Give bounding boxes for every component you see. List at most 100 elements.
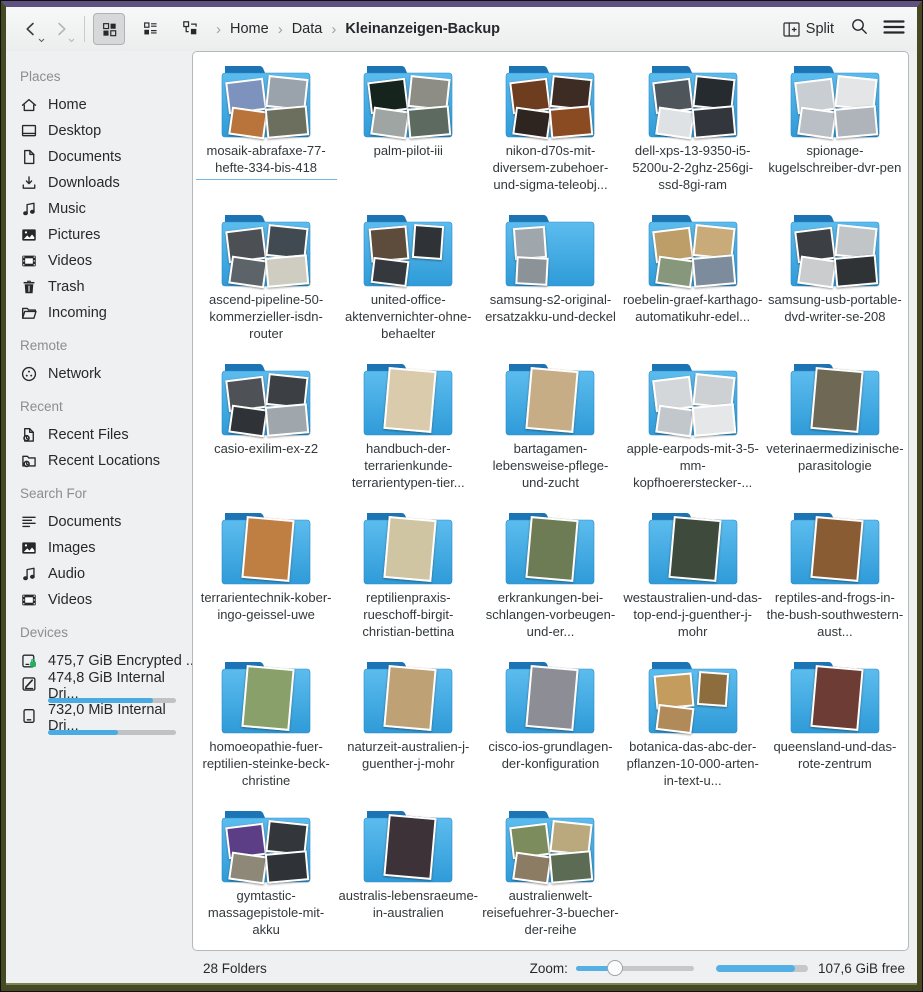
breadcrumb-separator-icon: › bbox=[215, 21, 222, 38]
folder-item-homoeopathie-fuer-reptilien-steinke-beck[interactable]: homoeopathie-fuer-reptilien-steinke-beck… bbox=[195, 660, 337, 809]
breadcrumb-item-data[interactable]: Data bbox=[288, 19, 327, 39]
folder-icon-area bbox=[219, 213, 313, 289]
folder-label: apple-earpods-mit-3-5-mm-kopfhoerersteck… bbox=[622, 440, 763, 491]
folder-item-botanica-das-abc-der-pflanzen-10-000-art[interactable]: botanica-das-abc-der-pflanzen-10-000-art… bbox=[622, 660, 764, 809]
sidebar-item-recent-locations[interactable]: Recent Locations bbox=[18, 448, 192, 474]
breadcrumb-item-kleinanzeigen-backup[interactable]: Kleinanzeigen-Backup bbox=[341, 19, 504, 39]
folder-item-apple-earpods-mit-3-5-mm-kopfhoerersteck[interactable]: apple-earpods-mit-3-5-mm-kopfhoerersteck… bbox=[622, 362, 764, 511]
folder-item-erkrankungen-bei-schlangen-vorbeugen-und[interactable]: erkrankungen-bei-schlangen-vorbeugen-und… bbox=[479, 511, 621, 660]
sidebar-section-search-for: Search For bbox=[20, 486, 192, 501]
folder-item-reptilienpraxis-rueschoff-birgit-christi[interactable]: reptilienpraxis-rueschoff-birgit-christi… bbox=[337, 511, 479, 660]
folder-item-cisco-ios-grundlagen-der-konfiguration[interactable]: cisco-ios-grundlagen-der-konfiguration bbox=[479, 660, 621, 809]
sidebar-item-label: Recent Files bbox=[48, 427, 129, 443]
folder-thumbnail bbox=[697, 671, 729, 707]
folder-item-dell-xps-13-9350-i5-5200u-2-2ghz-256gi-s[interactable]: dell-xps-13-9350-i5-5200u-2-2ghz-256gi-s… bbox=[622, 64, 764, 213]
sidebar-item-documents[interactable]: Documents bbox=[18, 509, 192, 535]
folder-item-naturzeit-australien-j-guenther-j-mohr[interactable]: naturzeit-australien-j-guenther-j-mohr bbox=[337, 660, 479, 809]
folder-grid: mosaik-abrafaxe-77-hefte-334-bis-418 pal… bbox=[193, 52, 908, 951]
window-content: PlacesHomeDesktopDocumentsDownloadsMusic… bbox=[6, 51, 917, 951]
folder-item-united-office-aktenvernichter-ohne-behae[interactable]: united-office-aktenvernichter-ohne-behae… bbox=[337, 213, 479, 362]
sidebar-item-audio[interactable]: Audio bbox=[18, 561, 192, 587]
folder-item-mosaik-abrafaxe-77-hefte-334-bis-418[interactable]: mosaik-abrafaxe-77-hefte-334-bis-418 bbox=[195, 64, 337, 213]
sidebar-item-recent-files[interactable]: Recent Files bbox=[18, 422, 192, 448]
folder-label: casio-exilim-ex-z2 bbox=[196, 440, 337, 457]
sidebar-item-incoming[interactable]: Incoming bbox=[18, 300, 192, 326]
folder-item-veterinaermedizinische-parasitologie[interactable]: veterinaermedizinische-parasitologie bbox=[764, 362, 906, 511]
split-button[interactable]: Split bbox=[777, 18, 840, 40]
folder-item-westaustralien-und-das-top-end-j-guenthe[interactable]: westaustralien-und-das-top-end-j-guenthe… bbox=[622, 511, 764, 660]
sidebar-item-documents[interactable]: Documents bbox=[18, 144, 192, 170]
folder-item-gymtastic-massagepistole-mit-akku[interactable]: gymtastic-massagepistole-mit-akku bbox=[195, 809, 337, 951]
folder-item-bartagamen-lebensweise-pflege-und-zucht[interactable]: bartagamen-lebensweise-pflege-und-zucht bbox=[479, 362, 621, 511]
sidebar-item-network[interactable]: Network bbox=[18, 361, 192, 387]
music-icon bbox=[20, 200, 38, 218]
main-toolbar: ›Home›Data›Kleinanzeigen-Backup Split bbox=[6, 7, 917, 51]
folder-item-samsung-usb-portable-dvd-writer-se-208[interactable]: samsung-usb-portable-dvd-writer-se-208 bbox=[764, 213, 906, 362]
folder-item-terrarientechnik-kober-ingo-geissel-uwe[interactable]: terrarientechnik-kober-ingo-geissel-uwe bbox=[195, 511, 337, 660]
sidebar-item-label: Videos bbox=[48, 253, 92, 269]
folder-thumbnail bbox=[526, 665, 579, 731]
document-icon bbox=[20, 148, 38, 166]
folder-view[interactable]: mosaik-abrafaxe-77-hefte-334-bis-418 pal… bbox=[192, 51, 909, 951]
sidebar-item-images[interactable]: Images bbox=[18, 535, 192, 561]
folder-item-nikon-d70s-mit-diversem-zubehoer-und-sig[interactable]: nikon-d70s-mit-diversem-zubehoer-und-sig… bbox=[479, 64, 621, 213]
split-view-icon bbox=[783, 22, 800, 37]
details-view-button[interactable] bbox=[135, 13, 165, 43]
sidebar-item-label: Videos bbox=[48, 592, 92, 608]
folder-icon-area bbox=[219, 809, 313, 885]
folder-item-queensland-und-das-rote-zentrum[interactable]: queensland-und-das-rote-zentrum bbox=[764, 660, 906, 809]
folder-thumbnail bbox=[228, 852, 268, 885]
folder-label: roebelin-graef-karthago-automatikuhr-ede… bbox=[622, 291, 763, 325]
sidebar-item-videos[interactable]: Videos bbox=[18, 248, 192, 274]
sidebar-item-trash[interactable]: Trash bbox=[18, 274, 192, 300]
sidebar-section-places: Places bbox=[20, 69, 192, 84]
icons-view-button[interactable] bbox=[93, 13, 125, 45]
folder-thumbnail bbox=[371, 107, 411, 140]
sidebar-item-pictures[interactable]: Pictures bbox=[18, 222, 192, 248]
tree-view-icon bbox=[181, 19, 199, 37]
pictures-icon bbox=[20, 226, 38, 244]
breadcrumb-item-home[interactable]: Home bbox=[226, 19, 273, 39]
sidebar-item-music[interactable]: Music bbox=[18, 196, 192, 222]
lines-icon bbox=[20, 513, 38, 531]
toolbar-separator bbox=[84, 16, 85, 42]
folder-thumbnail bbox=[412, 224, 444, 260]
sidebar-item-home[interactable]: Home bbox=[18, 92, 192, 118]
folder-thumbnail bbox=[668, 516, 721, 582]
folder-item-samsung-s2-original-ersatzakku-und-decke[interactable]: samsung-s2-original-ersatzakku-und-decke… bbox=[479, 213, 621, 362]
sidebar-item-videos[interactable]: Videos bbox=[18, 587, 192, 613]
folder-item-australis-lebensraeume-in-australien[interactable]: australis-lebensraeume-in-australien bbox=[337, 809, 479, 951]
folder-item-roebelin-graef-karthago-automatikuhr-ede[interactable]: roebelin-graef-karthago-automatikuhr-ede… bbox=[622, 213, 764, 362]
sidebar-item-downloads[interactable]: Downloads bbox=[18, 170, 192, 196]
folder-item-australienwelt-reisefuehrer-3-buecher-de[interactable]: australienwelt-reisefuehrer-3-buecher-de… bbox=[479, 809, 621, 951]
folder-thumbnail bbox=[516, 256, 549, 286]
folder-item-palm-pilot-iii[interactable]: palm-pilot-iii bbox=[337, 64, 479, 213]
folder-item-reptiles-and-frogs-in-the-bush-southwest[interactable]: reptiles-and-frogs-in-the-bush-southwest… bbox=[764, 511, 906, 660]
sidebar-item-desktop[interactable]: Desktop bbox=[18, 118, 192, 144]
folder-thumbnail bbox=[228, 256, 268, 289]
back-arrow-icon bbox=[21, 19, 41, 39]
sidebar-item-732-0-mib-internal-dri[interactable]: 732,0 MiB Internal Dri... bbox=[18, 706, 192, 738]
tree-view-button[interactable] bbox=[175, 13, 205, 43]
folder-icon-area bbox=[503, 511, 597, 587]
sidebar-section-remote: Remote bbox=[20, 338, 192, 353]
folder-thumbnail bbox=[513, 852, 553, 885]
folder-item-handbuch-der-terrarienkunde-terrarientyp[interactable]: handbuch-der-terrarienkunde-terrarientyp… bbox=[337, 362, 479, 511]
folder-item-casio-exilim-ex-z2[interactable]: casio-exilim-ex-z2 bbox=[195, 362, 337, 511]
folder-label: mosaik-abrafaxe-77-hefte-334-bis-418 bbox=[196, 142, 337, 180]
folder-item-spionage-kugelschreiber-dvr-pen[interactable]: spionage-kugelschreiber-dvr-pen bbox=[764, 64, 906, 213]
back-button[interactable] bbox=[16, 14, 46, 44]
free-space-bar bbox=[716, 965, 808, 972]
folder-item-ascend-pipeline-50-kommerzieller-isdn-ro[interactable]: ascend-pipeline-50-kommerzieller-isdn-ro… bbox=[195, 213, 337, 362]
forward-button[interactable] bbox=[46, 14, 76, 44]
sidebar-item-label: Pictures bbox=[48, 227, 100, 243]
zoom-slider[interactable] bbox=[576, 966, 694, 971]
zoom-slider-handle[interactable] bbox=[607, 960, 623, 976]
search-button[interactable] bbox=[850, 17, 869, 41]
split-button-label: Split bbox=[806, 21, 834, 37]
folder-thumbnail bbox=[384, 665, 437, 731]
folder-thumbnail bbox=[241, 516, 294, 582]
menu-button[interactable] bbox=[883, 19, 905, 40]
folder-thumbnail bbox=[228, 107, 268, 140]
sidebar-item-label: Downloads bbox=[48, 175, 120, 191]
